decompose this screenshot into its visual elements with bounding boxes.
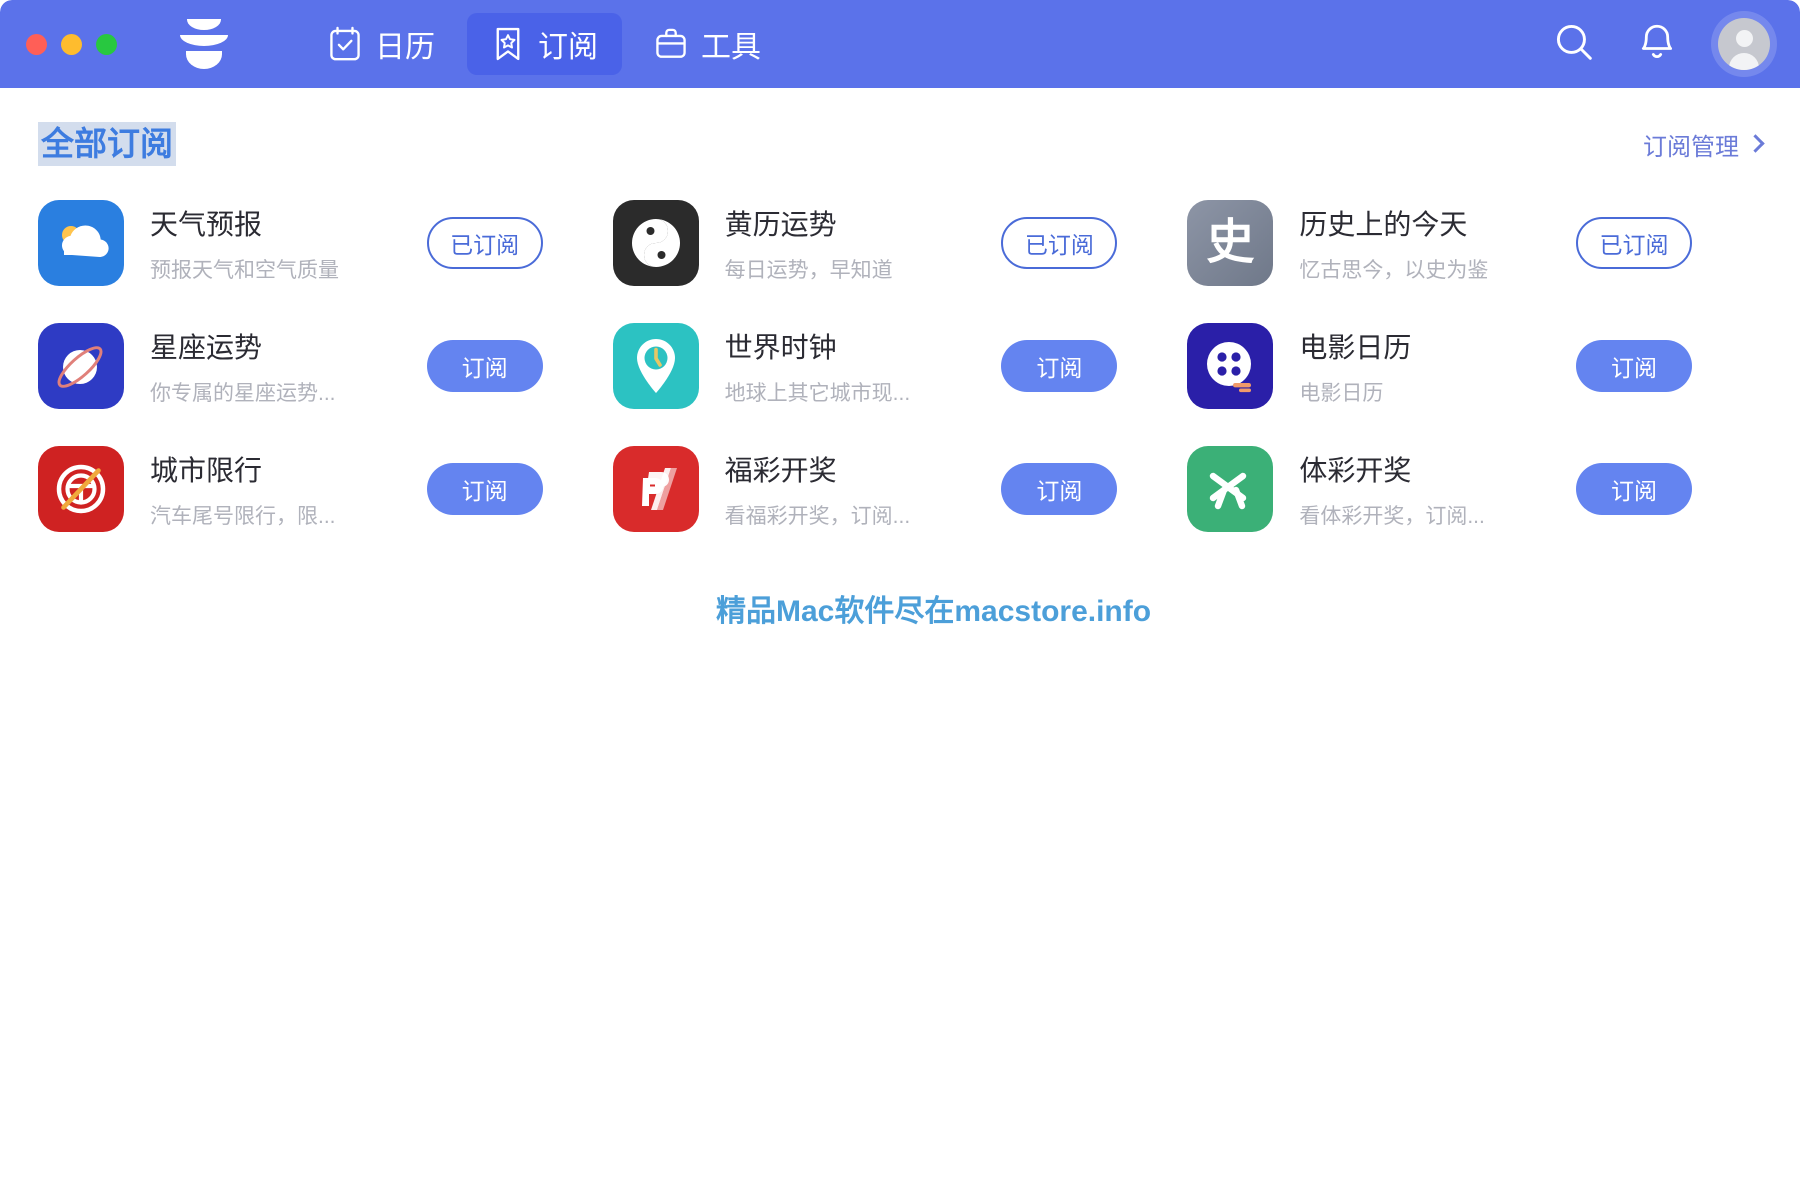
subscription-card[interactable]: 体彩开奖 看体彩开奖，订阅... 订阅: [1187, 446, 1762, 532]
subscription-card[interactable]: 福彩开奖 看福彩开奖，订阅... 订阅: [612, 446, 1188, 532]
window-controls: [26, 33, 117, 55]
app-window: 日历 订阅 工具 全部订阅 订阅管理 天气预报 预报天气和空气质量 已订阅 黄历…: [0, 0, 1800, 1184]
app-desc: 电影日历: [1299, 381, 1384, 405]
subscribe-button[interactable]: 订阅: [1001, 463, 1118, 515]
minimize-window-button[interactable]: [61, 33, 82, 55]
card-text: 城市限行 汽车尾号限行，限...: [150, 449, 427, 530]
subscription-status-button[interactable]: 已订阅: [1576, 217, 1692, 269]
app-name: 福彩开奖: [724, 454, 837, 486]
page-header: 全部订阅 订阅管理: [38, 88, 1765, 200]
app-desc: 看体彩开奖，订阅...: [1299, 504, 1485, 528]
title-bar: 日历 订阅 工具: [0, 0, 1800, 88]
sports-lottery-icon: [1210, 472, 1247, 510]
card-text: 历史上的今天 忆古思今，以史为鉴: [1299, 203, 1576, 284]
subscribe-button[interactable]: 订阅: [1001, 340, 1118, 392]
search-icon[interactable]: [1552, 20, 1596, 69]
app-name: 历史上的今天: [1299, 208, 1468, 240]
app-icon: [1187, 446, 1274, 532]
yin-yang-icon: [631, 219, 680, 267]
tab-calendar[interactable]: 日历: [304, 13, 459, 75]
subscribe-button[interactable]: 订阅: [426, 340, 543, 392]
card-text: 黄历运势 每日运势，早知道: [725, 203, 1002, 284]
app-name: 黄历运势: [724, 208, 837, 240]
film-reel-icon: [1207, 342, 1252, 393]
subscription-status-button[interactable]: 已订阅: [1001, 217, 1118, 269]
app-icon: [38, 323, 124, 409]
logo-bar-middle: [180, 35, 228, 46]
subscription-grid: 天气预报 预报天气和空气质量 已订阅 黄历运势 每日运势，早知道 已订阅 史 历…: [38, 200, 1762, 532]
subscribe-button[interactable]: 订阅: [1576, 463, 1692, 515]
avatar[interactable]: [1718, 18, 1770, 70]
card-text: 体彩开奖 看体彩开奖，订阅...: [1299, 449, 1576, 530]
page-title: 全部订阅: [38, 122, 176, 166]
tab-tools-label: 工具: [701, 31, 761, 64]
card-text: 电影日历 电影日历: [1299, 326, 1576, 407]
app-name: 世界时钟: [724, 331, 837, 363]
card-text: 福彩开奖 看福彩开奖，订阅...: [725, 449, 1002, 530]
app-name: 天气预报: [150, 208, 263, 240]
subscription-card[interactable]: 星座运势 你专属的星座运势... 订阅: [38, 323, 613, 409]
subscription-card[interactable]: 城市限行 汽车尾号限行，限... 订阅: [38, 446, 613, 532]
subscription-manage-label: 订阅管理: [1643, 133, 1739, 161]
content-area: 全部订阅 订阅管理 天气预报 预报天气和空气质量 已订阅 黄历运势 每日运势，早…: [0, 88, 1800, 532]
app-icon: [38, 200, 124, 286]
weather-cloud-sun-icon: [62, 225, 109, 257]
logo-bar-bottom: [186, 51, 222, 69]
close-window-button[interactable]: [26, 33, 47, 55]
bookmark-star-icon: [491, 26, 525, 62]
map-pin-clock-icon: [636, 339, 675, 393]
subscription-card[interactable]: 天气预报 预报天气和空气质量 已订阅: [38, 200, 613, 286]
welfare-lottery-icon: [641, 468, 677, 510]
app-icon: [1187, 323, 1274, 409]
app-name: 星座运势: [150, 331, 263, 363]
app-name: 城市限行: [150, 454, 263, 486]
subscribe-button[interactable]: 订阅: [426, 463, 543, 515]
app-desc: 你专属的星座运势...: [150, 381, 336, 405]
tab-subscriptions[interactable]: 订阅: [467, 13, 622, 75]
subscription-card[interactable]: 黄历运势 每日运势，早知道 已订阅: [612, 200, 1188, 286]
app-desc: 地球上其它城市现...: [724, 381, 911, 405]
logo-bar-top: [187, 19, 221, 30]
app-icon: [612, 200, 699, 286]
planet-ring-icon: [57, 346, 103, 388]
watermark-text: 精品Mac软件尽在macstore.info: [716, 595, 1152, 628]
header-actions: [1552, 0, 1770, 88]
subscription-card[interactable]: 世界时钟 地球上其它城市现... 订阅: [612, 323, 1188, 409]
calendar-check-icon: [328, 26, 362, 62]
app-desc: 看福彩开奖，订阅...: [724, 504, 911, 528]
history-shi-icon: 史: [1206, 216, 1255, 269]
app-name: 体彩开奖: [1299, 454, 1412, 486]
app-name: 电影日历: [1299, 331, 1412, 363]
subscription-manage-link[interactable]: 订阅管理: [1643, 127, 1765, 162]
app-icon: [38, 446, 124, 532]
tab-calendar-label: 日历: [375, 31, 435, 64]
no-driving-icon: [56, 464, 106, 514]
app-icon: [612, 446, 699, 532]
app-icon: [612, 323, 699, 409]
maximize-window-button[interactable]: [96, 33, 117, 55]
app-desc: 每日运势，早知道: [724, 258, 893, 282]
app-desc: 汽车尾号限行，限...: [150, 504, 336, 528]
subscription-status-button[interactable]: 已订阅: [426, 217, 543, 269]
app-desc: 忆古思今，以史为鉴: [1299, 258, 1489, 282]
subscription-card[interactable]: 电影日历 电影日历 订阅: [1187, 323, 1762, 409]
subscription-card[interactable]: 史 历史上的今天 忆古思今，以史为鉴 已订阅: [1187, 200, 1762, 286]
app-desc: 预报天气和空气质量: [150, 258, 339, 282]
card-text: 星座运势 你专属的星座运势...: [150, 326, 427, 407]
chevron-right-icon: [1746, 133, 1765, 153]
bell-icon[interactable]: [1636, 21, 1678, 68]
card-text: 世界时钟 地球上其它城市现...: [725, 326, 1002, 407]
toolbox-icon: [654, 26, 688, 62]
subscribe-button[interactable]: 订阅: [1576, 340, 1692, 392]
card-text: 天气预报 预报天气和空气质量: [150, 203, 427, 284]
app-logo-icon: [172, 16, 236, 72]
tab-subscriptions-label: 订阅: [538, 31, 598, 64]
main-nav-tabs: 日历 订阅 工具: [304, 13, 785, 75]
app-icon: 史: [1187, 200, 1274, 286]
tab-tools[interactable]: 工具: [630, 13, 785, 75]
